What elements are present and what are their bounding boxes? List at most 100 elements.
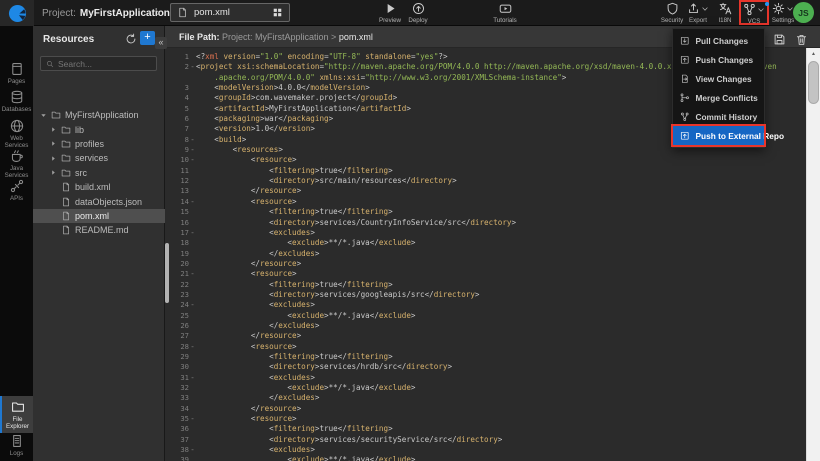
fold-marker[interactable]: - [189,228,196,238]
fold-marker[interactable]: - [189,135,196,145]
project-label: Project: [42,8,76,19]
caret-down-icon[interactable] [39,112,47,119]
code-line: 18 <exclude>**/*.java</exclude> [165,238,806,248]
trash-icon[interactable] [795,33,808,46]
code-line: 12 <directory>src/main/resources</direct… [165,176,806,186]
menu-item-view-changes[interactable]: View Changes [673,69,764,88]
chevron-right-icon: › [156,7,160,19]
code-line: 15 <filtering>true</filtering> [165,207,806,217]
line-number: 14 [165,197,189,207]
search-icon [46,60,54,68]
open-file-tab[interactable]: pom.xml [170,3,290,22]
resources-title: Resources [43,34,94,45]
preview-button[interactable]: Preview [375,2,405,25]
menu-item-push-to-external-repo[interactable]: Push to External Repo [673,126,764,145]
code-line: 33 </excludes> [165,393,806,403]
tree-item-profiles[interactable]: profiles [33,137,165,151]
fold-marker[interactable]: - [189,342,196,352]
sidebar-item-pages[interactable]: Pages [0,62,33,85]
tree-item-label: lib [75,125,84,135]
scrollbar-thumb[interactable] [808,61,819,104]
tree-item-services[interactable]: services [33,151,165,165]
line-number: 13 [165,186,189,196]
sidebar-item-file-explorer[interactable]: File Explorer [0,396,33,433]
menu-item-pull-changes[interactable]: Pull Changes [673,31,764,50]
add-resource-button[interactable]: + [140,31,155,45]
databases-icon [10,90,24,104]
fold-marker[interactable]: - [189,269,196,279]
sidebar-item-label: Logs [10,450,23,457]
line-number: 34 [165,404,189,414]
line-number: 15 [165,207,189,217]
code-line: 28- <resource> [165,342,806,352]
user-avatar[interactable]: JS [793,2,814,23]
menu-item-push-changes[interactable]: Push Changes [673,50,764,69]
open-file-tab-label: pom.xml [194,7,230,18]
fold-marker[interactable]: - [189,197,196,207]
file-explorer-icon [11,400,25,414]
sidebar-item-java-services[interactable]: Java Services [0,149,33,179]
export-button[interactable]: Export [683,2,713,25]
fold-marker[interactable]: - [189,145,196,155]
line-number: 32 [165,383,189,393]
security-icon [666,2,679,15]
tree-item-myfirstapplication[interactable]: MyFirstApplication [33,108,165,122]
code-line: 25 <exclude>**/*.java</exclude> [165,311,806,321]
search-input[interactable] [58,59,151,69]
wavemaker-studio: Project: MyFirstApplication › pom.xml Pr… [0,0,820,461]
fold-marker[interactable]: - [189,373,196,383]
deploy-label: Deploy [408,17,427,24]
tree-item-build-xml[interactable]: build.xml [33,180,165,194]
sidebar-item-web-services[interactable]: Web Services [0,119,33,149]
wavemaker-logo[interactable] [0,0,34,26]
menu-item-label: Pull Changes [696,36,749,46]
tree-item-readme-md[interactable]: README.md [33,223,165,237]
settings-label: Settings [772,17,794,24]
fold-marker[interactable]: - [189,445,196,455]
menu-item-merge-conflicts[interactable]: Merge Conflicts [673,88,764,107]
view-icon [680,74,690,84]
refresh-icon[interactable] [125,33,137,45]
line-number: 17 [165,228,189,238]
wavemaker-logo-icon [8,4,27,23]
panel-scrollbar-thumb[interactable] [165,243,169,303]
i18n-button[interactable]: I18N [710,2,740,25]
sidebar-item-apis[interactable]: APIs [0,179,33,202]
caret-right-icon[interactable] [49,155,57,162]
line-number: 6 [165,114,189,124]
save-icon[interactable] [773,33,786,46]
push-icon [680,55,690,65]
caret-right-icon[interactable] [49,126,57,133]
caret-right-icon[interactable] [49,140,57,147]
deploy-button[interactable]: Deploy [403,2,433,25]
pages-icon [10,62,24,76]
sidebar-item-logs[interactable]: Logs [0,434,33,457]
caret-right-icon[interactable] [49,169,57,176]
menu-item-commit-history[interactable]: Commit History [673,107,764,126]
fold-marker[interactable]: - [189,414,196,424]
code-line: 34 </resource> [165,404,806,414]
sidebar-item-label: Pages [8,78,26,85]
grid-icon[interactable] [272,7,283,18]
fold-marker[interactable]: - [189,155,196,165]
scroll-up-arrow[interactable]: ▲ [807,48,820,60]
file-icon [61,182,71,192]
vcs-button[interactable]: VCS [739,0,769,25]
resources-panel: Resources + MyFirstApplication lib profile… [33,26,165,461]
left-rail: ••• PagesDatabasesWeb ServicesJava Servi… [0,26,33,461]
tree-item-dataobjects-json[interactable]: dataObjects.json [33,194,165,208]
push-external-icon [680,131,690,141]
apis-icon [10,179,24,193]
sidebar-item-databases[interactable]: Databases [0,90,33,113]
collapse-panel-button[interactable]: « [155,37,167,49]
preview-label: Preview [379,17,401,24]
fold-marker[interactable]: - [189,300,196,310]
export-label: Export [689,17,707,24]
tree-item-lib[interactable]: lib [33,122,165,136]
tree-item-pom-xml[interactable]: pom.xml [33,209,165,223]
fold-marker[interactable]: - [189,62,196,72]
chevron-down-icon [757,6,765,14]
tutorials-button[interactable]: Tutorials [490,2,520,25]
tree-item-src[interactable]: src [33,166,165,180]
pull-icon [680,36,690,46]
